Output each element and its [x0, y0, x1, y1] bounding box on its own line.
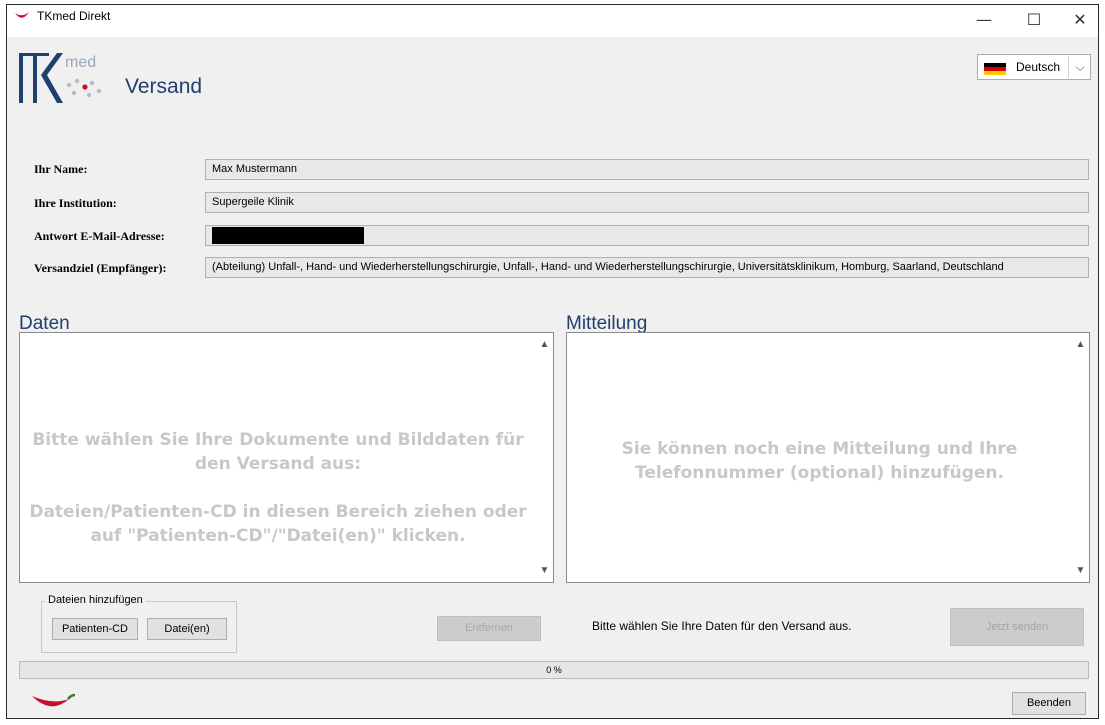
chili-icon [15, 12, 29, 18]
patient-cd-button[interactable]: Patienten-CD [52, 618, 138, 640]
app-title: Versand [125, 75, 203, 98]
maximize-button[interactable]: ☐ [1019, 7, 1049, 33]
target-field[interactable]: (Abteilung) Unfall-, Hand- und Wiederher… [205, 257, 1089, 278]
progress-bar: 0 % [19, 661, 1089, 679]
send-now-button[interactable]: Jetzt senden [950, 608, 1084, 646]
data-hint: Bitte wählen Sie Ihre Dokumente und Bild… [29, 430, 527, 546]
name-label: Ihr Name: [34, 162, 88, 176]
target-label: Versandziel (Empfänger): [34, 261, 167, 275]
minimize-button[interactable]: — [969, 7, 999, 33]
scroll-down-icon[interactable]: ▼ [536, 562, 553, 579]
exit-button[interactable]: Beenden [1012, 692, 1086, 715]
german-flag-icon [984, 63, 1006, 75]
app-window: TKmed Direkt — ☐ ✕ med Versand Deutsch ⌵… [6, 4, 1099, 719]
remove-button[interactable]: Entfernen [437, 616, 541, 641]
language-label: Deutsch [1016, 60, 1061, 74]
title-bar: TKmed Direkt — ☐ ✕ [7, 5, 1098, 37]
message-scrollbar[interactable]: ▲ ▼ [1072, 333, 1089, 582]
scroll-up-icon[interactable]: ▲ [1072, 336, 1089, 353]
data-scrollbar[interactable]: ▲ ▼ [536, 333, 553, 582]
status-text: Bitte wählen Sie Ihre Daten für den Vers… [592, 619, 852, 633]
email-field[interactable] [205, 225, 1089, 246]
email-label: Antwort E-Mail-Adresse: [34, 229, 165, 243]
institution-field[interactable]: Supergeile Klinik [205, 192, 1089, 213]
chevron-down-icon[interactable]: ⌵ [1068, 56, 1091, 78]
add-files-group-title: Dateien hinzufügen [45, 594, 146, 606]
add-files-button[interactable]: Datei(en) [147, 618, 227, 640]
close-button[interactable]: ✕ [1065, 7, 1095, 33]
name-field[interactable]: Max Mustermann [205, 159, 1089, 180]
message-textarea[interactable]: Sie können noch eine Mitteilung und Ihre… [566, 332, 1090, 583]
svg-text:med: med [65, 54, 96, 71]
data-drop-area[interactable]: Bitte wählen Sie Ihre Dokumente und Bild… [19, 332, 554, 583]
window-title: TKmed Direkt [37, 9, 111, 23]
institution-label: Ihre Institution: [34, 196, 117, 210]
chili-logo-icon [32, 693, 76, 707]
progress-label: 0 % [546, 665, 562, 675]
scroll-up-icon[interactable]: ▲ [536, 336, 553, 353]
message-hint: Sie können noch eine Mitteilung und Ihre… [621, 439, 1018, 483]
redacted-block [212, 227, 364, 245]
language-select[interactable]: Deutsch ⌵ [977, 54, 1091, 80]
scroll-down-icon[interactable]: ▼ [1072, 562, 1089, 579]
tkmed-logo: med [19, 53, 102, 103]
